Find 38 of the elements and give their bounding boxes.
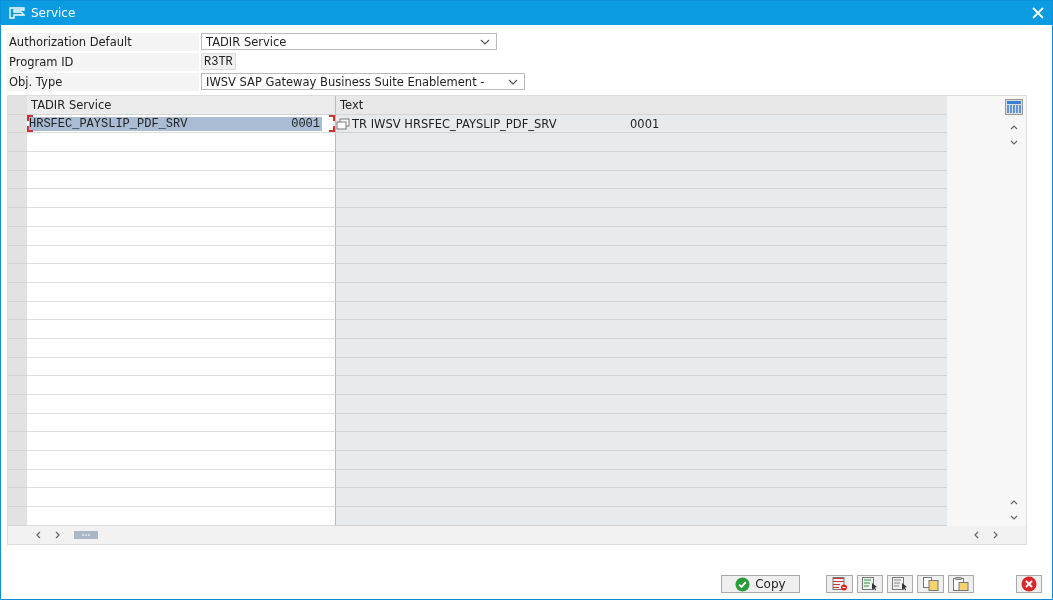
copy-document-icon	[922, 577, 939, 591]
close-icon[interactable]	[1032, 7, 1044, 19]
scroll-left-icon[interactable]	[972, 529, 980, 540]
field-label: Program ID	[7, 52, 199, 71]
select-all-button[interactable]	[856, 575, 884, 593]
clipboard-icon	[952, 577, 969, 591]
delete-row-button[interactable]	[826, 575, 853, 593]
display-field: R3TR	[201, 53, 236, 70]
copy-icon	[336, 117, 350, 130]
scroll-thumb-icon[interactable]	[74, 530, 98, 539]
paste-button[interactable]	[947, 575, 975, 593]
table-cell-text: TR IWSV HRSFEC_PAYSLIP_PDF_SRV	[352, 116, 558, 131]
scroll-left-icon[interactable]	[34, 529, 42, 540]
deselect-all-button[interactable]	[887, 575, 914, 593]
dropdown-field[interactable]: IWSV SAP Gateway Business Suite Enablement -	[201, 73, 525, 90]
scroll-right-icon[interactable]	[54, 529, 62, 540]
chevron-down-icon	[508, 78, 518, 85]
delete-row-icon	[831, 577, 848, 591]
checkmark-icon	[735, 576, 751, 592]
scroll-right-icon[interactable]	[992, 529, 1000, 540]
dialog-icon	[9, 7, 25, 19]
field-label: Obj. Type	[7, 72, 199, 91]
scroll-down-icon[interactable]	[1009, 513, 1019, 522]
chevron-down-icon	[480, 38, 490, 45]
copy-button[interactable]: Copy	[721, 575, 800, 593]
column-settings-icon[interactable]	[1005, 99, 1023, 115]
dropdown-field[interactable]: TADIR Service	[201, 33, 497, 50]
select-list-icon	[861, 577, 878, 591]
column-header[interactable]: TADIR Service	[27, 96, 336, 115]
cancel-button[interactable]	[1015, 575, 1042, 593]
copy-row-button[interactable]	[917, 575, 944, 593]
table-cell: 0001	[630, 116, 660, 131]
scroll-down-icon[interactable]	[1009, 139, 1019, 147]
scroll-up-icon[interactable]	[1009, 123, 1019, 131]
window-title: Service	[31, 6, 77, 20]
deselect-list-icon	[892, 577, 909, 591]
cancel-icon	[1020, 576, 1037, 592]
field-label: Authorization Default	[7, 32, 199, 51]
